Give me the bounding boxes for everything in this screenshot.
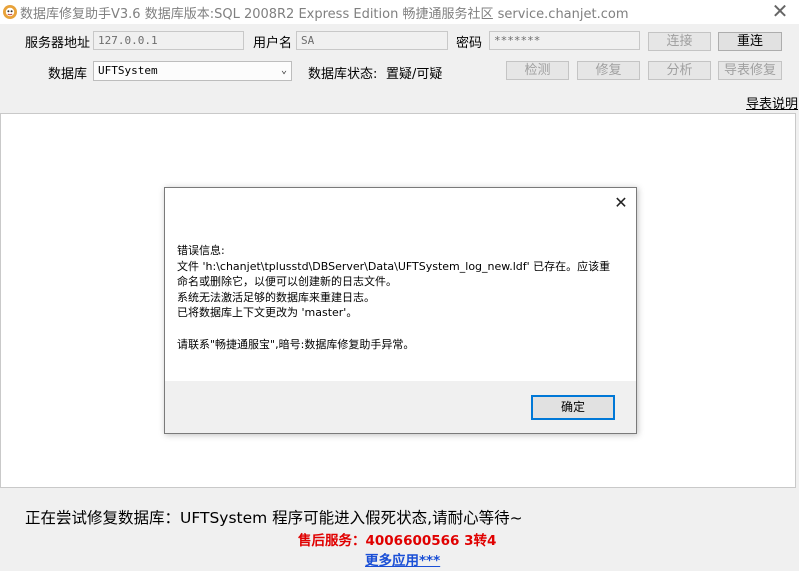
server-address-label: 服务器地址 (25, 36, 91, 51)
status-message: 正在尝试修复数据库：UFTSystem 程序可能进入假死状态,请耐心等待~ (25, 509, 523, 527)
repair-button[interactable]: 修复 (577, 61, 640, 80)
message-line: 文件 'h:\chanjet\tplusstd\DBServer\Data\UF… (177, 259, 611, 273)
ok-button[interactable]: 确定 (531, 395, 615, 420)
dialog-close-icon[interactable]: ✕ (610, 192, 632, 214)
more-apps-link[interactable]: 更多应用*** (365, 549, 440, 569)
password-field[interactable]: ******* (489, 31, 640, 50)
import-repair-button[interactable]: 导表修复 (718, 61, 782, 80)
server-address-field[interactable]: 127.0.0.1 (93, 31, 244, 50)
chevron-down-icon[interactable]: ⌄ (281, 62, 287, 80)
db-status-value: 置疑/可疑 (386, 67, 443, 82)
error-message: 错误信息: 文件 'h:\chanjet\tplusstd\DBServer\D… (177, 243, 627, 352)
dialog-footer: 确定 (165, 381, 636, 433)
password-label: 密码 (456, 36, 483, 51)
username-field[interactable]: SA (296, 31, 448, 50)
message-line: 错误信息: (177, 244, 225, 257)
detect-button[interactable]: 检测 (506, 61, 569, 80)
database-select-value: UFTSystem (98, 64, 158, 77)
error-dialog: ✕ 错误信息: 文件 'h:\chanjet\tplusstd\DBServer… (164, 187, 637, 434)
close-window-icon[interactable]: ✕ (762, 0, 798, 23)
service-hotline: 售后服务：4006600566 3转4 (298, 533, 497, 549)
message-line: 命名或删除它，以便可以创建新的日志文件。 (177, 275, 397, 289)
connect-button[interactable]: 连接 (648, 32, 711, 51)
message-line (177, 321, 627, 337)
message-line: 已将数据库上下文更改为 'master'。 (177, 306, 358, 320)
import-help-link[interactable]: 导表说明 (746, 93, 798, 112)
reconnect-button[interactable]: 重连 (718, 32, 782, 51)
analyze-button[interactable]: 分析 (648, 61, 711, 80)
app-logo-icon (3, 5, 17, 19)
title-bar: 数据库修复助手V3.6 数据库版本:SQL 2008R2 Express Edi… (0, 0, 799, 24)
window-title: 数据库修复助手V3.6 数据库版本:SQL 2008R2 Express Edi… (20, 7, 629, 22)
username-label: 用户名 (253, 36, 293, 51)
database-label: 数据库 (48, 67, 88, 82)
db-status-label: 数据库状态: (308, 67, 378, 82)
message-line: 请联系"畅捷通服宝",暗号:数据库修复助手异常。 (177, 337, 415, 351)
database-select[interactable]: UFTSystem ⌄ (93, 61, 292, 81)
message-line: 系统无法激活足够的数据库来重建日志。 (177, 290, 375, 304)
